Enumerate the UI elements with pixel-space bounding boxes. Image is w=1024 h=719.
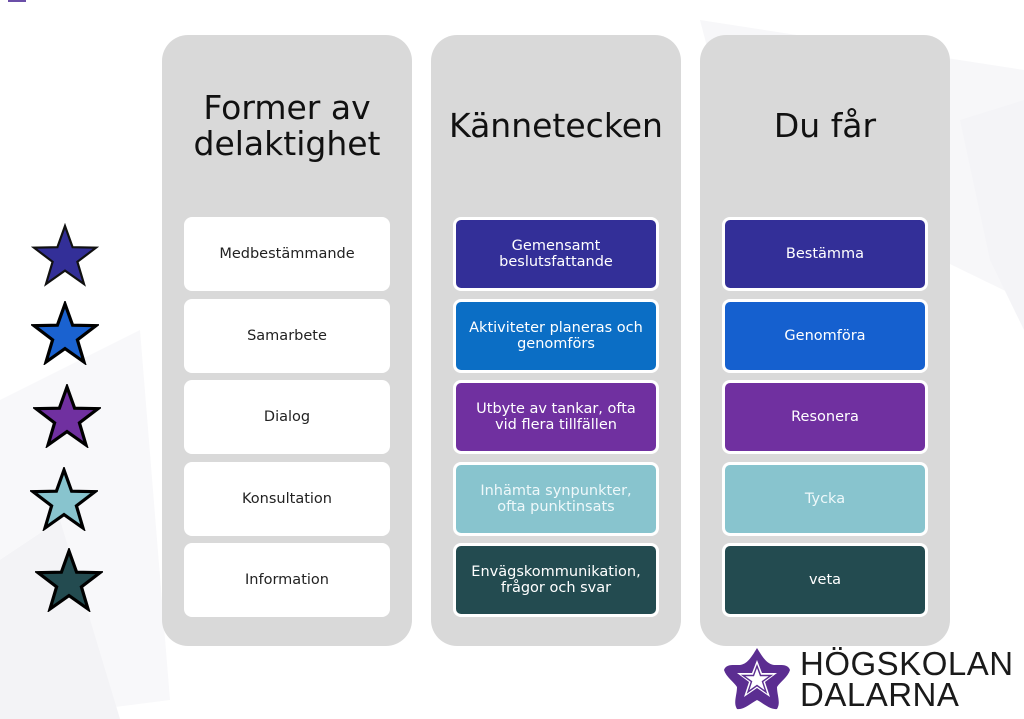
star-shape [31,223,99,287]
characteristic-box: Aktiviteter planeras och genomförs [453,299,659,373]
logo-line-1: HÖGSKOLAN [800,645,1014,682]
outcome-box: Genomföra [722,299,928,373]
column-you-get: Du får Bestämma Genomföra Resonera Tycka… [700,35,950,646]
star-icon [33,384,101,448]
university-logo: HÖGSKOLAN DALARNA [722,646,1022,712]
column-title: Kännetecken [449,106,663,145]
star-icon [31,301,99,365]
star-shape [35,548,103,612]
characteristic-box: Inhämta synpunkter, ofta punktinsats [453,462,659,536]
form-box: Samarbete [184,299,390,373]
form-box: Medbestämmande [184,217,390,291]
logo-text: HÖGSKOLAN DALARNA [800,645,1014,713]
column-characteristics: Kännetecken Gemensamt beslutsfattande Ak… [431,35,681,646]
characteristic-box: Utbyte av tankar, ofta vid flera tillfäl… [453,380,659,454]
characteristic-box: Envägskommunikation, frågor och svar [453,543,659,617]
characteristic-box: Gemensamt beslutsfattande [453,217,659,291]
column-title: Former av delaktighet [193,88,381,163]
logo-flower-icon [724,648,790,710]
outcome-box: Resonera [722,380,928,454]
star-icon [31,223,99,287]
outcome-box: veta [722,543,928,617]
star-icon [30,467,98,531]
column-forms: Former av delaktighet Medbestämmande Sam… [162,35,412,646]
star-icon [35,548,103,612]
form-box: Dialog [184,380,390,454]
star-shape [31,301,99,365]
star-shape [30,467,98,531]
form-box: Konsultation [184,462,390,536]
logo-line-2: DALARNA [800,676,960,713]
outcome-box: Bestämma [722,217,928,291]
form-box: Information [184,543,390,617]
star-shape [33,384,101,448]
outcome-box: Tycka [722,462,928,536]
column-title: Du får [773,106,877,145]
top-accent-mark [8,0,26,2]
